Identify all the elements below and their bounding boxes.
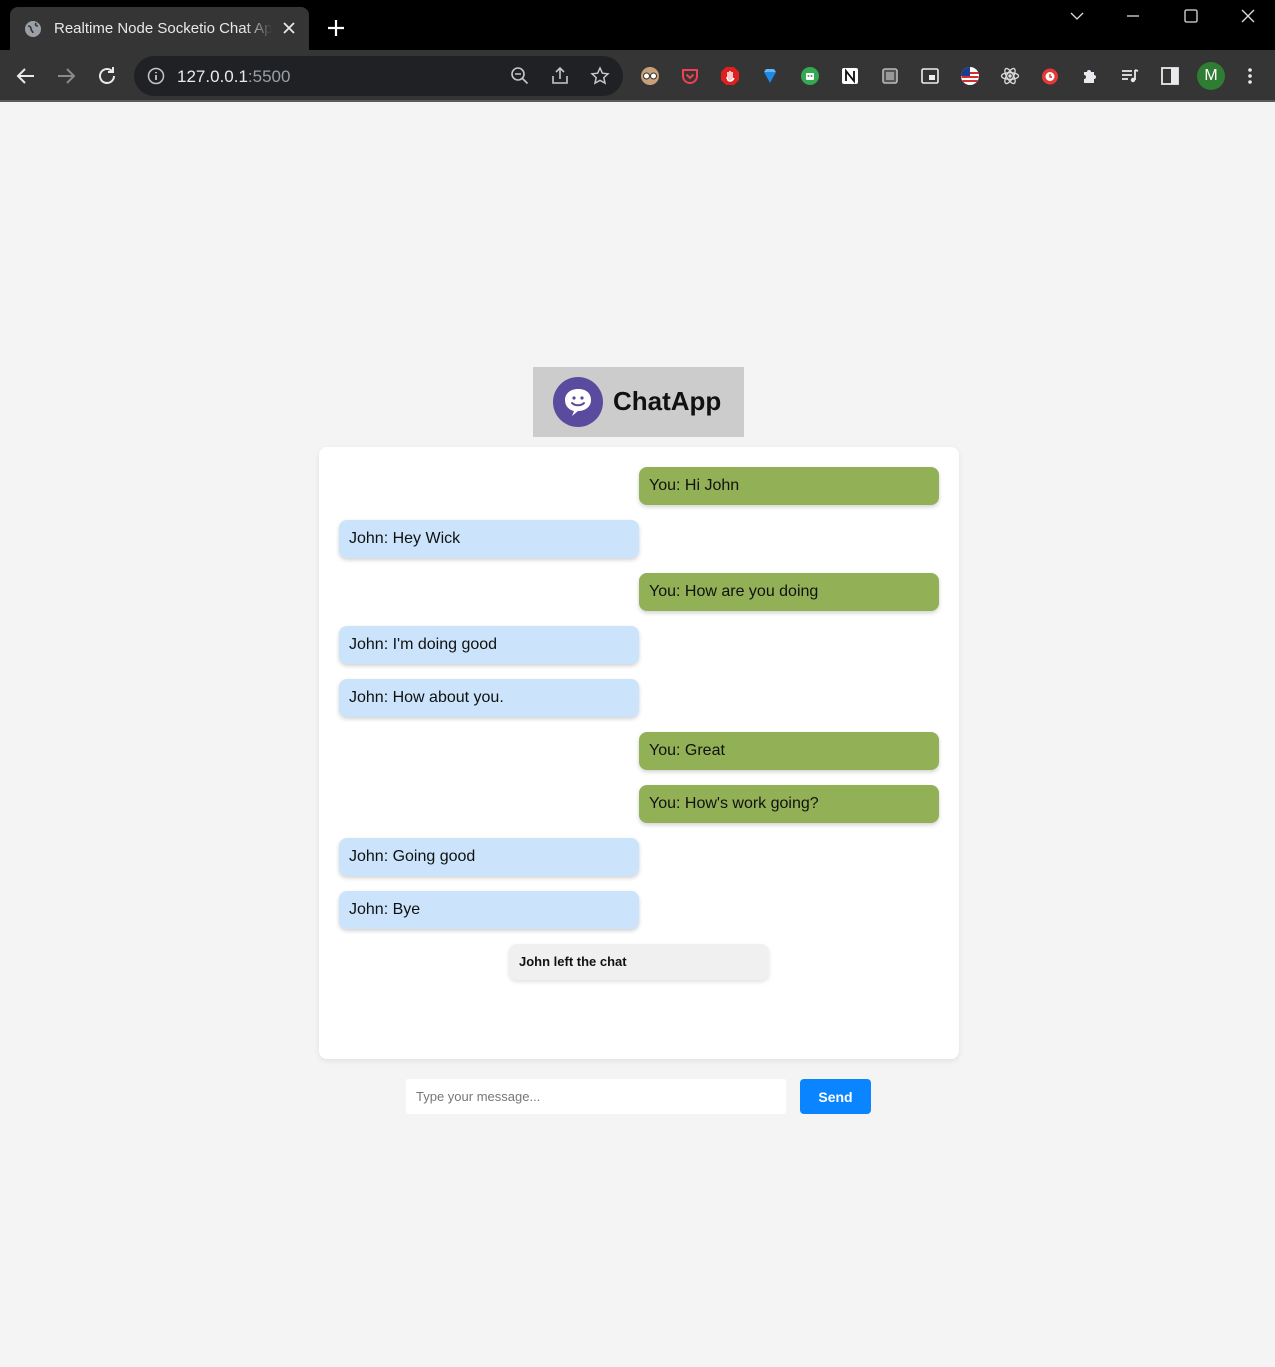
side-panel-icon[interactable] [1160,66,1180,86]
notion-icon[interactable] [840,66,860,86]
message-incoming: John: How about you. [339,679,639,717]
message-outgoing: You: Great [639,732,939,770]
url-text: 127.0.0.1:5500 [177,67,291,86]
back-arrow-icon[interactable] [15,65,37,87]
pocket-icon[interactable] [680,66,700,86]
share-icon[interactable] [550,66,570,86]
message-incoming: John: Bye [339,891,639,929]
browser-tab[interactable]: Realtime Node Socketio Chat App [10,7,309,50]
address-bar[interactable]: 127.0.0.1:5500 [134,56,623,96]
message-input[interactable] [406,1079,786,1114]
react-icon[interactable] [1000,66,1020,86]
reload-icon[interactable] [96,65,118,87]
message-outgoing: You: Hi John [639,467,939,505]
pip-icon[interactable] [920,66,940,86]
robot-icon[interactable] [800,66,820,86]
maximize-icon[interactable] [1183,8,1199,24]
more-vert-icon[interactable] [1241,66,1259,86]
message-incoming: John: Going good [339,838,639,876]
message-outgoing: You: How are you doing [639,573,939,611]
media-icon[interactable] [1120,66,1140,86]
hand-stop-icon[interactable] [720,66,740,86]
send-button[interactable]: Send [800,1079,871,1114]
globe-icon [24,20,42,38]
glasses-icon[interactable] [640,66,660,86]
close-window-icon[interactable] [1240,8,1256,24]
browser-titlebar: Realtime Node Socketio Chat App [0,0,1275,50]
minimize-icon[interactable] [1125,8,1141,24]
app-title: ChatApp [613,386,722,416]
new-tab-icon[interactable] [326,18,346,38]
forward-arrow-icon[interactable] [55,65,77,87]
chevron-down-icon[interactable] [1069,8,1085,24]
profile-avatar[interactable]: M [1197,62,1225,90]
chat-bubble-icon [553,377,603,427]
flag-icon[interactable] [960,66,980,86]
close-icon[interactable] [281,20,297,36]
chip-icon[interactable] [880,66,900,86]
chat-window[interactable]: You: Hi John John: Hey Wick You: How are… [319,447,959,1059]
app-logo: ChatApp [533,367,744,437]
message-outgoing: You: How's work going? [639,785,939,823]
zoom-icon[interactable] [510,66,530,86]
diamond-icon[interactable] [760,66,780,86]
message-incoming: John: Hey Wick [339,520,639,558]
star-icon[interactable] [590,66,610,86]
info-icon[interactable] [146,66,166,86]
browser-toolbar: 127.0.0.1:5500 M [0,50,1275,102]
alarm-icon[interactable] [1040,66,1060,86]
tab-title: Realtime Node Socketio Chat App [54,20,272,37]
puzzle-icon[interactable] [1080,66,1100,86]
system-notice: John left the chat [509,944,769,980]
message-incoming: John: I'm doing good [339,626,639,664]
